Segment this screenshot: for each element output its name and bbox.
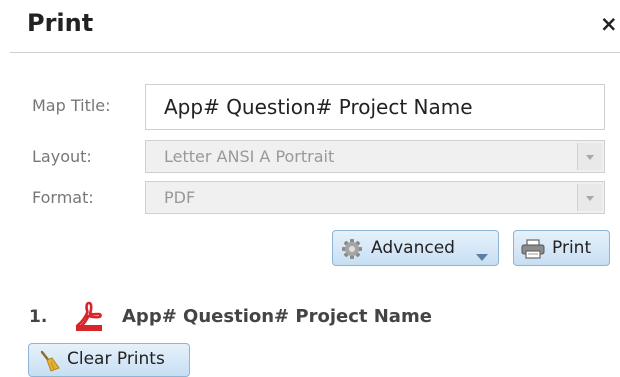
- format-label: Format:: [32, 188, 94, 207]
- advanced-button[interactable]: Advanced: [332, 230, 499, 266]
- clear-prints-label: Clear Prints: [67, 349, 165, 369]
- close-icon[interactable]: ×: [600, 12, 618, 36]
- layout-select-value: Letter ANSI A Portrait: [164, 147, 335, 166]
- header-divider: [10, 52, 620, 53]
- gear-icon: [341, 238, 363, 265]
- printer-icon: [521, 239, 545, 264]
- dialog-title: Print: [27, 9, 94, 37]
- print-index: 1.: [29, 307, 48, 327]
- layout-label: Layout:: [32, 147, 92, 166]
- advanced-button-label: Advanced: [371, 238, 455, 258]
- print-button-label: Print: [552, 238, 592, 258]
- format-select-value: PDF: [164, 188, 196, 207]
- broom-icon: [38, 350, 60, 377]
- print-result-link[interactable]: App# Question# Project Name: [122, 306, 432, 327]
- format-dropdown-arrow-icon[interactable]: [577, 184, 602, 211]
- chevron-down-icon: [476, 246, 488, 266]
- print-button[interactable]: Print: [513, 230, 610, 266]
- format-select[interactable]: PDF: [145, 181, 605, 214]
- layout-dropdown-arrow-icon[interactable]: [577, 143, 602, 170]
- pdf-icon[interactable]: [75, 301, 103, 335]
- map-title-input[interactable]: App# Question# Project Name: [145, 84, 605, 130]
- map-title-label: Map Title:: [32, 96, 111, 115]
- clear-prints-button[interactable]: Clear Prints: [28, 343, 190, 377]
- layout-select[interactable]: Letter ANSI A Portrait: [145, 140, 605, 173]
